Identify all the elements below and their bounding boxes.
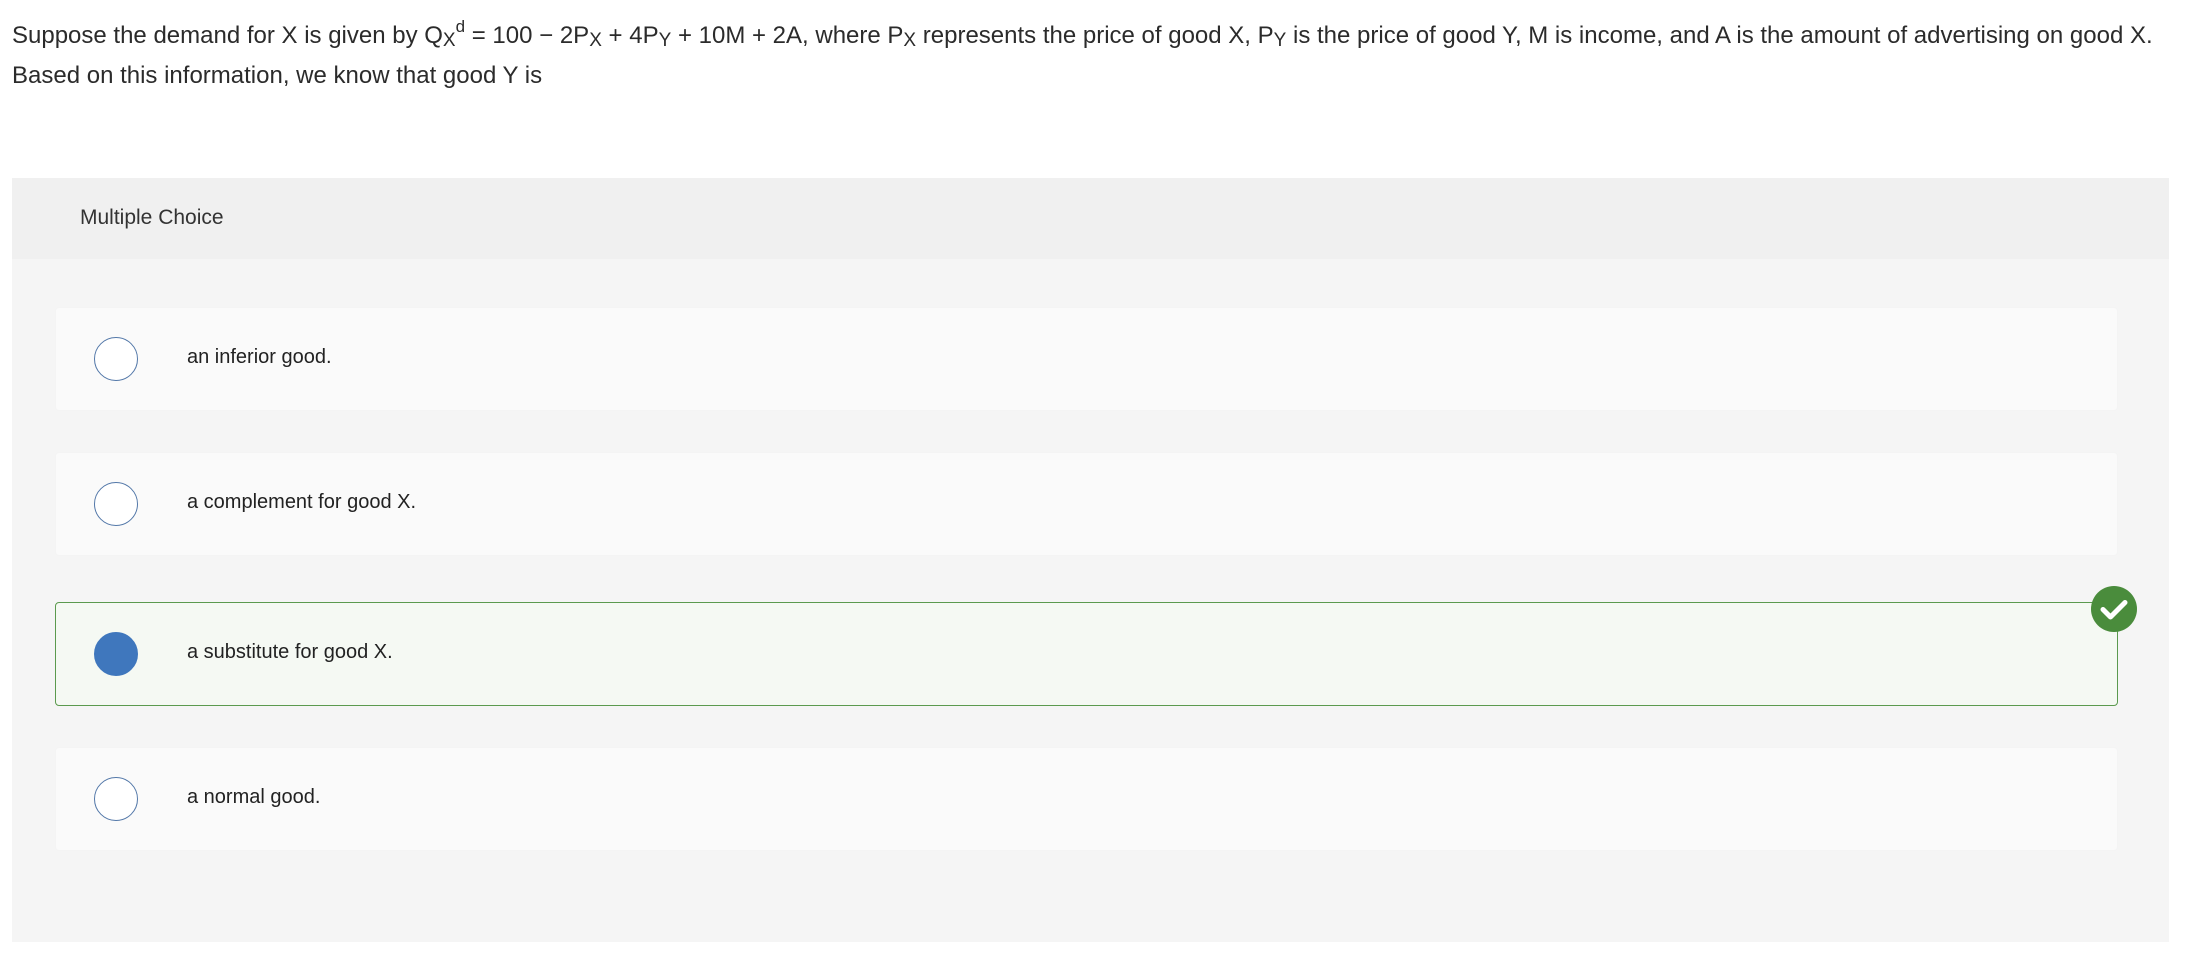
answer-option-label: a complement for good X. [187,491,417,513]
answer-option[interactable]: a normal good. [55,747,2118,851]
answer-option[interactable]: a complement for good X. [55,452,2118,556]
multiple-choice-title: Multiple Choice [80,206,224,229]
radio-button[interactable] [94,337,138,381]
answer-option-label: a normal good. [187,786,321,808]
subscript-y: Y [658,30,672,51]
answer-option-label: an inferior good. [187,346,332,368]
radio-button[interactable] [94,777,138,821]
question-text-part: + 10M + 2A, where P [671,22,904,49]
answer-option-selected[interactable]: a substitute for good X. [55,586,2137,706]
question-text-part: = 100 − 2P [465,22,590,49]
subscript-x: X [903,30,917,51]
multiple-choice-panel: Multiple Choice an inferior good. a comp… [12,178,2169,942]
answer-option-label: a substitute for good X. [187,641,393,663]
radio-button[interactable] [94,482,138,526]
subscript-x: X [589,30,602,51]
question-text-part: represents the price of good X, P [916,22,1274,49]
multiple-choice-header: Multiple Choice [12,178,2169,259]
question-text: Suppose the demand for X is given by QXd… [12,16,2182,96]
answer-option[interactable]: an inferior good. [55,307,2118,411]
radio-button-selected[interactable] [94,632,138,676]
superscript-d: d [455,17,466,36]
question-text-part: + 4P [601,22,659,49]
subscript-y: Y [1273,30,1287,51]
check-circle-icon [2091,586,2137,632]
question-text-part: Suppose the demand for X is given by Q [12,22,443,49]
subscript-x: X [442,30,456,51]
